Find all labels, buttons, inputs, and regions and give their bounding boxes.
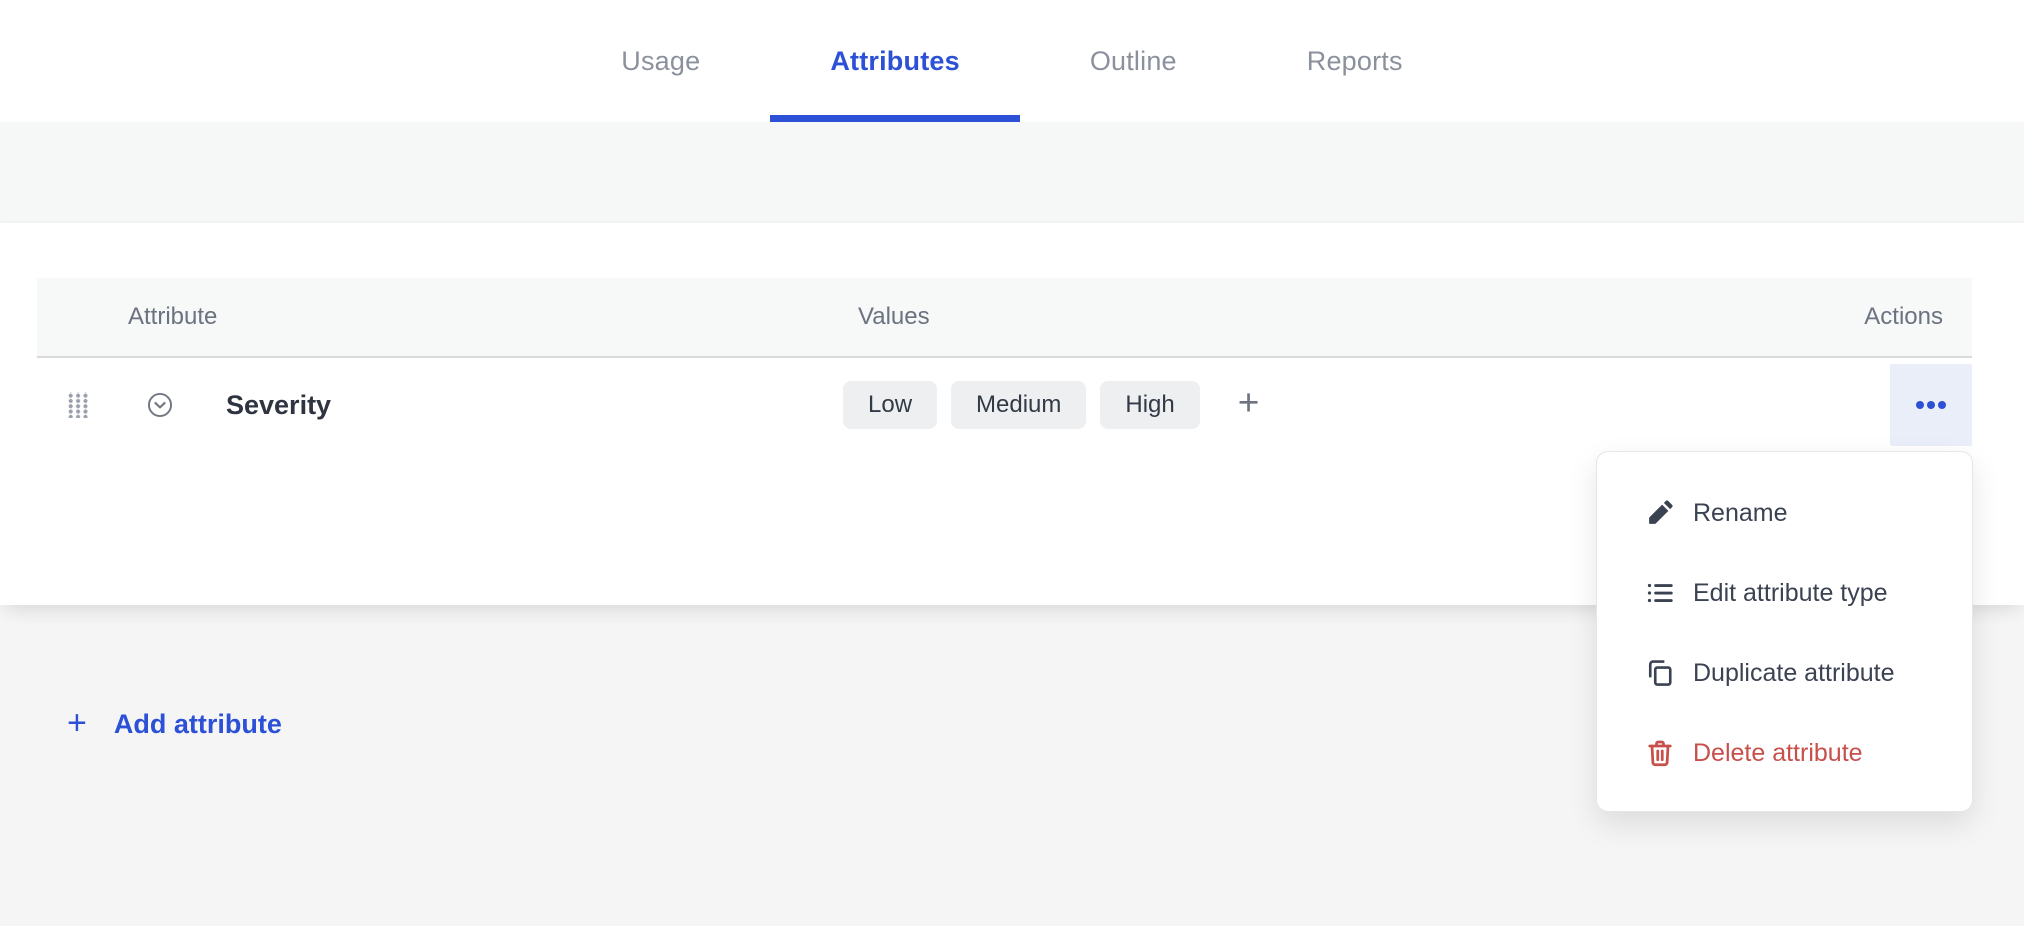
- table-row-severity: Severity Low Medium High +: [37, 358, 1972, 452]
- collapse-row-button[interactable]: [147, 392, 173, 418]
- tab-outline-label: Outline: [1090, 46, 1177, 77]
- menu-item-delete-attribute[interactable]: Delete attribute: [1597, 713, 1972, 793]
- table-header-row: Attribute Values Actions: [37, 278, 1972, 358]
- drag-handle-icon[interactable]: [66, 392, 88, 418]
- tab-attributes-label: Attributes: [830, 46, 960, 77]
- add-value-button[interactable]: +: [1234, 384, 1264, 427]
- column-header-values: Values: [843, 303, 1812, 331]
- tab-bar: Usage Attributes Outline Reports: [0, 0, 2024, 122]
- menu-item-edit-type-label: Edit attribute type: [1693, 579, 1888, 608]
- menu-item-edit-attribute-type[interactable]: Edit attribute type: [1597, 553, 1972, 633]
- attribute-cell: Severity: [37, 358, 843, 452]
- ellipsis-icon: [1916, 401, 1924, 409]
- menu-item-duplicate-attribute[interactable]: Duplicate attribute: [1597, 633, 1972, 713]
- menu-item-delete-label: Delete attribute: [1693, 739, 1863, 768]
- tab-usage[interactable]: Usage: [576, 0, 745, 122]
- menu-item-rename-label: Rename: [1693, 499, 1788, 528]
- tab-attributes[interactable]: Attributes: [785, 0, 1005, 122]
- value-chip-high[interactable]: High: [1100, 381, 1199, 429]
- attributes-table: Attribute Values Actions Severity Low Me…: [37, 278, 1972, 452]
- pencil-icon: [1645, 498, 1675, 528]
- copy-icon: [1645, 658, 1675, 688]
- tab-reports-label: Reports: [1307, 46, 1403, 77]
- active-tab-underline: [770, 115, 1020, 122]
- tab-header: Usage Attributes Outline Reports: [0, 0, 2024, 122]
- menu-item-duplicate-label: Duplicate attribute: [1693, 659, 1895, 688]
- tab-outline[interactable]: Outline: [1045, 0, 1222, 122]
- list-icon: [1645, 578, 1675, 608]
- row-actions-context-menu: Rename Edit attribute type Duplicate att…: [1596, 451, 1973, 812]
- plus-icon: +: [67, 706, 87, 740]
- tab-usage-label: Usage: [621, 46, 700, 77]
- add-attribute-button[interactable]: + Add attribute: [67, 709, 282, 740]
- trash-icon: [1645, 738, 1675, 768]
- attribute-name: Severity: [226, 390, 331, 421]
- value-chip-low[interactable]: Low: [843, 381, 937, 429]
- row-actions-menu-button[interactable]: [1890, 364, 1972, 446]
- add-attribute-label: Add attribute: [114, 709, 282, 740]
- column-header-actions: Actions: [1812, 303, 1972, 331]
- chevron-down-circle-icon: [147, 392, 173, 418]
- toolbar-band: [0, 122, 2024, 222]
- column-header-attribute: Attribute: [37, 303, 843, 331]
- tab-reports[interactable]: Reports: [1262, 0, 1448, 122]
- values-cell: Low Medium High +: [843, 358, 1812, 452]
- menu-item-rename[interactable]: Rename: [1597, 473, 1972, 553]
- value-chip-medium[interactable]: Medium: [951, 381, 1086, 429]
- actions-cell: [1812, 358, 1972, 452]
